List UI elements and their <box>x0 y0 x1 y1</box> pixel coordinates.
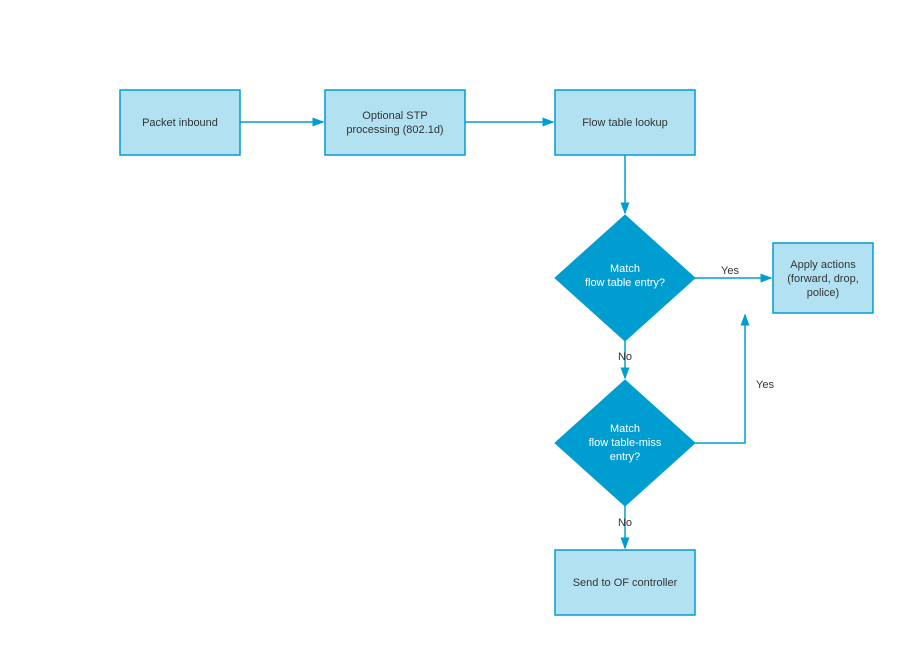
node-send-controller: Send to OF controller <box>555 550 695 615</box>
node-label: Flow table lookup <box>582 117 668 129</box>
edge-label-yes: Yes <box>756 379 774 391</box>
edge-label-yes: Yes <box>721 265 739 277</box>
node-label: police) <box>807 287 839 299</box>
node-label: (forward, drop, <box>787 273 859 285</box>
node-label: flow table entry? <box>585 277 665 289</box>
decision-match-flow-entry: Match flow table entry? <box>555 215 695 341</box>
node-label: Optional STP <box>362 110 427 122</box>
node-label: flow table-miss <box>589 437 662 449</box>
edge-label-no: No <box>618 517 632 529</box>
node-label: Packet inbound <box>142 117 218 129</box>
decision-match-table-miss: Match flow table-miss entry? <box>555 380 695 506</box>
node-label: Apply actions <box>790 259 856 271</box>
flowchart-canvas: Packet inbound Optional STP processing (… <box>0 0 900 655</box>
node-stp-processing: Optional STP processing (802.1d) <box>325 90 465 155</box>
node-label: entry? <box>610 451 641 463</box>
node-apply-actions: Apply actions (forward, drop, police) <box>773 243 873 313</box>
edge-label-no: No <box>618 351 632 363</box>
node-label: processing (802.1d) <box>346 124 443 136</box>
edge-d2-n4 <box>695 315 745 443</box>
node-label: Match <box>610 423 640 435</box>
node-label: Send to OF controller <box>573 577 678 589</box>
node-label: Match <box>610 263 640 275</box>
node-flow-table-lookup: Flow table lookup <box>555 90 695 155</box>
node-packet-inbound: Packet inbound <box>120 90 240 155</box>
